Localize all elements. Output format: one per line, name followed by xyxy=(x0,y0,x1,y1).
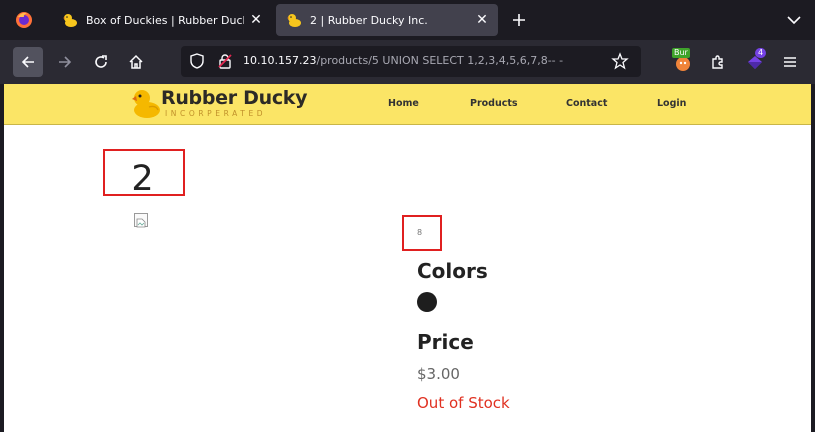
puzzle-icon xyxy=(712,55,723,69)
extensions-button[interactable] xyxy=(703,47,733,77)
navigation-toolbar: 10.10.157.23/products/5 UNION SELECT 1,2… xyxy=(0,40,815,84)
app-menu-button[interactable] xyxy=(775,47,805,77)
stock-status: Out of Stock xyxy=(417,394,510,412)
logo-tagline: INCORPERATED xyxy=(165,109,267,118)
firefox-icon xyxy=(16,12,32,28)
chevron-down-icon xyxy=(787,16,801,25)
arrow-right-icon xyxy=(59,56,72,68)
arrow-left-icon xyxy=(21,56,34,68)
tab-title: Box of Duckies | Rubber Ducky Inc. xyxy=(86,13,244,27)
url-path: /products/5 UNION SELECT 1,2,3,4,5,6,7,8… xyxy=(316,54,564,67)
colors-heading: Colors xyxy=(417,259,488,283)
close-tab-icon[interactable]: ✕ xyxy=(470,8,494,32)
nav-products-link[interactable]: Products xyxy=(470,98,518,109)
firefox-view-button[interactable] xyxy=(6,6,42,34)
tab-strip: Box of Duckies | Rubber Ducky Inc. ✕ 2 |… xyxy=(0,0,815,40)
product-price: $3.00 xyxy=(417,365,460,383)
url-host: 10.10.157.23 xyxy=(243,54,317,67)
url-text[interactable]: 10.10.157.23/products/5 UNION SELECT 1,2… xyxy=(243,54,563,67)
scrollbar-track[interactable] xyxy=(811,84,815,432)
tab-box-of-duckies[interactable]: Box of Duckies | Rubber Ducky Inc. ✕ xyxy=(52,4,272,36)
home-icon xyxy=(129,54,143,69)
site-logo[interactable]: Rubber Ducky INCORPERATED xyxy=(129,86,308,122)
pill-extension-button[interactable]: 4 xyxy=(740,47,770,77)
rubber-duck-logo-icon xyxy=(132,90,160,118)
star-bookmark-icon[interactable] xyxy=(611,52,629,70)
duck-favicon-icon xyxy=(287,14,301,27)
nav-home-link[interactable]: Home xyxy=(388,98,419,109)
plus-icon xyxy=(513,14,525,26)
price-heading: Price xyxy=(417,330,474,354)
back-button[interactable] xyxy=(13,47,43,77)
burp-label: Bur xyxy=(672,48,690,58)
duck-favicon-icon xyxy=(63,14,77,27)
page-viewport: Rubber Ducky INCORPERATED Home Products … xyxy=(4,84,811,432)
address-bar[interactable]: 10.10.157.23/products/5 UNION SELECT 1,2… xyxy=(181,46,641,77)
new-tab-button[interactable] xyxy=(507,8,531,32)
reload-icon xyxy=(95,55,107,68)
product-name: 2 xyxy=(131,159,154,199)
close-tab-icon[interactable]: ✕ xyxy=(244,8,268,32)
broken-image-icon xyxy=(134,213,148,228)
site-header: Rubber Ducky INCORPERATED Home Products … xyxy=(4,84,811,125)
extension-badge: 4 xyxy=(755,48,767,58)
list-all-tabs-button[interactable] xyxy=(782,8,806,32)
nav-login-link[interactable]: Login xyxy=(657,98,686,109)
tab-title: 2 | Rubber Ducky Inc. xyxy=(310,13,428,27)
hamburger-menu-icon xyxy=(784,57,796,67)
forward-button[interactable] xyxy=(50,47,80,77)
product-description: 8 xyxy=(417,228,423,237)
color-swatch[interactable] xyxy=(417,292,437,312)
home-button[interactable] xyxy=(121,47,151,77)
nav-contact-link[interactable]: Contact xyxy=(566,98,607,109)
reload-button[interactable] xyxy=(86,47,116,77)
logo-name: Rubber Ducky xyxy=(161,87,308,109)
burp-extension-button[interactable]: Bur xyxy=(668,47,698,77)
tab-product-2[interactable]: 2 | Rubber Ducky Inc. ✕ xyxy=(276,4,498,36)
shield-icon[interactable] xyxy=(189,53,205,69)
insecure-lock-icon[interactable] xyxy=(217,53,233,69)
